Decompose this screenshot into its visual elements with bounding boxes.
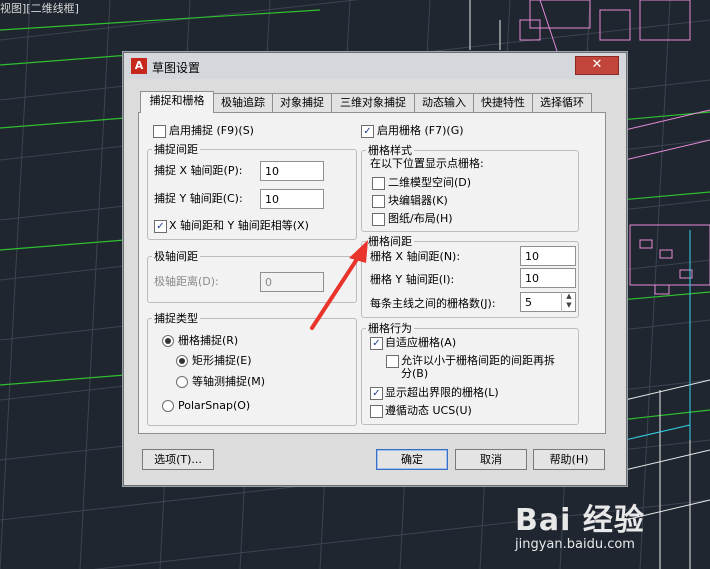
options-button[interactable]: 选项(T)... xyxy=(142,449,214,470)
checkbox-box[interactable] xyxy=(372,213,385,226)
tab-object-snap[interactable]: 对象捕捉 xyxy=(272,93,332,112)
radio-selected-icon[interactable] xyxy=(162,335,174,347)
grid-block-editor-label: 块编辑器(K) xyxy=(388,194,448,207)
watermark-url: jingyan.baidu.com xyxy=(515,537,635,552)
polar-spacing-group: 极轴间距 极轴距离(D): 0 xyxy=(147,248,357,303)
tab-snap-and-grid[interactable]: 捕捉和栅格 xyxy=(140,91,214,113)
spin-up-icon[interactable]: ▲ xyxy=(562,292,576,301)
tab-quick-properties[interactable]: 快捷特性 xyxy=(473,93,533,112)
snap-x-input[interactable]: 10 xyxy=(260,161,324,181)
polar-distance-input[interactable]: 0 xyxy=(260,272,324,292)
grid-behavior-group: 栅格行为 ✓ 自适应栅格(A) 允许以小于栅格间距的间距再拆 分(B) ✓ 显示… xyxy=(361,320,579,425)
snap-spacing-group: 捕捉间距 捕捉 X 轴间距(P): 10 捕捉 Y 轴间距(C): 10 ✓ X… xyxy=(147,141,357,240)
grid-2d-model-label: 二维模型空间(D) xyxy=(388,176,472,189)
radio-selected-icon[interactable] xyxy=(176,355,188,367)
grid-major-spinner[interactable]: 5 ▲ ▼ xyxy=(520,292,576,312)
help-button[interactable]: 帮助(H) xyxy=(533,449,605,470)
check-icon[interactable]: ✓ xyxy=(361,125,374,138)
check-icon[interactable]: ✓ xyxy=(154,220,167,233)
spin-down-icon[interactable]: ▼ xyxy=(562,301,576,310)
snap-y-input[interactable]: 10 xyxy=(260,189,324,209)
tab-polar-tracking[interactable]: 极轴追踪 xyxy=(213,93,273,112)
snap-type-title: 捕捉类型 xyxy=(152,310,200,326)
checkbox-box[interactable] xyxy=(372,195,385,208)
rect-snap-label: 矩形捕捉(E) xyxy=(192,354,252,367)
grid-y-label: 栅格 Y 轴间距(I): xyxy=(370,273,455,286)
checkbox-box[interactable] xyxy=(370,405,383,418)
drafting-settings-dialog: A 草图设置 ✕ 捕捉和栅格 极轴追踪 对象捕捉 三维对象捕捉 动态输入 快捷特… xyxy=(123,52,627,486)
grid-snap-label: 栅格捕捉(R) xyxy=(178,334,239,347)
dialog-titlebar[interactable]: A 草图设置 ✕ xyxy=(124,53,626,79)
grid-style-description: 在以下位置显示点栅格: xyxy=(370,157,484,170)
grid-y-input[interactable]: 10 xyxy=(520,268,576,288)
radio-icon[interactable] xyxy=(162,400,174,412)
grid-behavior-title: 栅格行为 xyxy=(366,320,414,336)
snap-equal-label: X 轴间距和 Y 轴间距相等(X) xyxy=(169,219,309,232)
check-icon[interactable]: ✓ xyxy=(370,337,383,350)
tab-selection-cycling[interactable]: 选择循环 xyxy=(532,93,592,112)
tab-dynamic-input[interactable]: 动态输入 xyxy=(414,93,474,112)
spinner-arrows[interactable]: ▲ ▼ xyxy=(561,292,576,312)
baidu-jingyan-watermark: Bai 经验 jingyan.baidu.com xyxy=(515,495,645,552)
adaptive-grid-label: 自适应栅格(A) xyxy=(385,336,457,349)
grid-major-label: 每条主线之间的栅格数(J): xyxy=(370,297,496,310)
snap-enable-box[interactable] xyxy=(153,125,166,138)
snap-y-label: 捕捉 Y 轴间距(C): xyxy=(154,192,243,205)
grid-x-label: 栅格 X 轴间距(N): xyxy=(370,250,461,263)
polar-distance-label: 极轴距离(D): xyxy=(154,275,219,288)
subdivide-label-line2: 分(B) xyxy=(401,367,429,380)
grid-enable-label: 启用栅格 (F7)(G) xyxy=(377,124,464,137)
snap-spacing-title: 捕捉间距 xyxy=(152,141,200,157)
snap-x-label: 捕捉 X 轴间距(P): xyxy=(154,164,243,177)
checkbox-box[interactable] xyxy=(386,355,399,368)
polar-spacing-title: 极轴间距 xyxy=(152,248,200,264)
grid-major-value: 5 xyxy=(525,296,532,309)
grid-x-input[interactable]: 10 xyxy=(520,246,576,266)
grid-style-group: 栅格样式 在以下位置显示点栅格: 二维模型空间(D) 块编辑器(K) 图纸/布局… xyxy=(361,142,579,232)
snap-enable-label: 启用捕捉 (F9)(S) xyxy=(169,124,254,137)
iso-snap-label: 等轴测捕捉(M) xyxy=(192,375,266,388)
close-button[interactable]: ✕ xyxy=(575,56,619,75)
follow-ucs-label: 遵循动态 UCS(U) xyxy=(385,404,472,417)
grid-spacing-group: 栅格间距 栅格 X 轴间距(N): 10 栅格 Y 轴间距(I): 10 每条主… xyxy=(361,233,579,318)
dialog-title: 草图设置 xyxy=(152,61,201,75)
radio-icon[interactable] xyxy=(176,376,188,388)
grid-spacing-title: 栅格间距 xyxy=(366,233,414,249)
checkbox-box[interactable] xyxy=(372,177,385,190)
check-icon[interactable]: ✓ xyxy=(370,387,383,400)
polar-snap-label: PolarSnap(O) xyxy=(178,399,251,412)
snap-type-group: 捕捉类型 栅格捕捉(R) 矩形捕捉(E) 等轴测捕捉(M) PolarSnap(… xyxy=(147,310,357,426)
tab-3d-object-snap[interactable]: 三维对象捕捉 xyxy=(331,93,415,112)
show-beyond-limits-label: 显示超出界限的栅格(L) xyxy=(385,386,499,399)
autocad-app-icon: A xyxy=(131,58,147,74)
tab-panel: 启用捕捉 (F9)(S) 捕捉间距 捕捉 X 轴间距(P): 10 捕捉 Y 轴… xyxy=(138,112,606,434)
watermark-logo: Bai 经验 xyxy=(515,503,645,538)
viewport-label[interactable]: 视图][二维线框] xyxy=(0,0,79,16)
cancel-button[interactable]: 取消 xyxy=(455,449,527,470)
ok-button[interactable]: 确定 xyxy=(376,449,448,470)
grid-sheet-layout-label: 图纸/布局(H) xyxy=(388,212,453,225)
